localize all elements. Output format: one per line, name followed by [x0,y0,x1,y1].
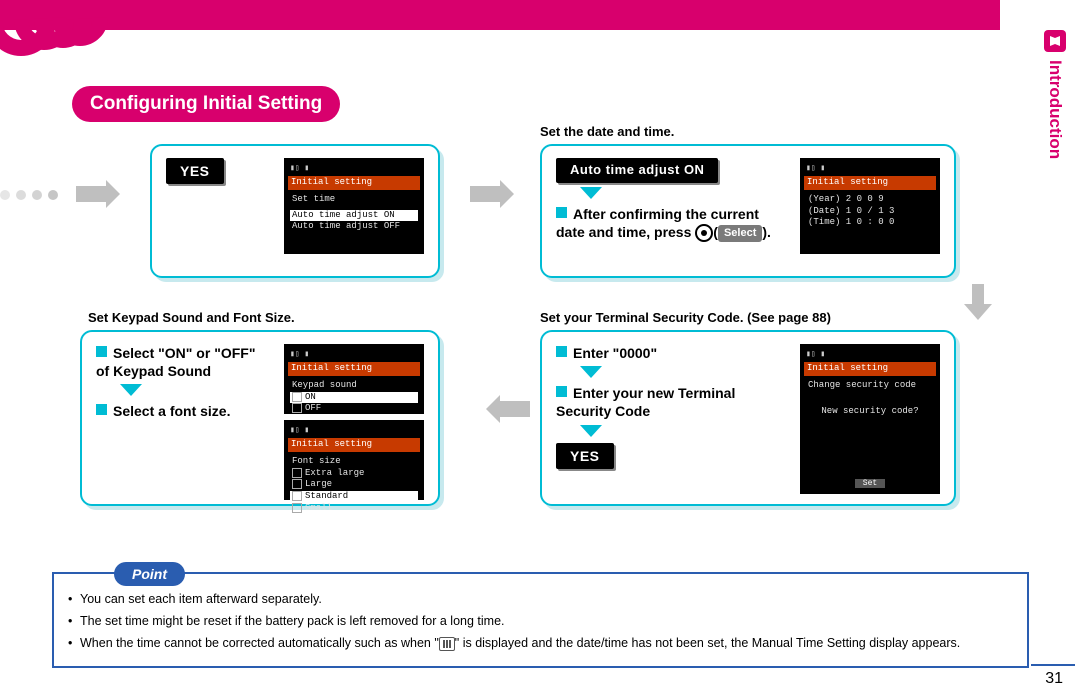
security-step2: Enter your new Terminal Security Code [556,385,735,419]
select-softkey: Select [718,225,762,241]
keypad-step1: Select "ON" or "OFF" of Keypad Sound [96,345,255,379]
point-tag: Point [114,562,185,586]
screen-security: ▮▯ ▮ Initial setting Change security cod… [800,344,940,494]
keypad-step2: Select a font size. [113,403,230,419]
panel-yes: YES ▮▯ ▮ Initial setting Set time Auto t… [150,144,440,278]
point-box: Point You can set each item afterward se… [52,572,1029,668]
lead-dots [0,190,58,200]
chevron-down-icon [580,425,788,439]
yes-button[interactable]: YES [166,158,224,184]
chevron-down-icon [580,366,788,380]
flow-arrow-icon [76,180,136,208]
autotime-instruction: After confirming the current date and ti… [556,206,771,240]
panel-keypad: Select "ON" or "OFF" of Keypad Sound Sel… [80,330,440,506]
page-number: 31 [1045,670,1063,688]
caption-datetime: Set the date and time. [540,124,674,139]
page-divider [1031,664,1075,666]
center-key-icon [695,224,713,242]
auto-time-button[interactable]: Auto time adjust ON [556,158,718,183]
section-label: Introduction [1045,60,1065,159]
book-icon [1044,30,1066,52]
screen-keypad-sound: ▮▯ ▮ Initial setting Keypad sound ON OFF [284,344,424,414]
point-item: You can set each item afterward separate… [68,590,1013,608]
top-bar [0,0,1000,30]
panel-autotime: Auto time adjust ON After confirming the… [540,144,956,278]
chevron-down-icon [120,384,272,398]
point-item: When the time cannot be corrected automa… [68,634,1013,652]
caption-security: Set your Terminal Security Code. (See pa… [540,310,831,325]
screen-date-display: ▮▯ ▮ Initial setting (Year) 2 0 0 9 (Dat… [800,158,940,254]
yes-button[interactable]: YES [556,443,614,469]
side-tab: Introduction [1035,30,1075,230]
chevron-down-icon [580,187,788,201]
security-step1: Enter "0000" [573,345,657,361]
caption-keypad: Set Keypad Sound and Font Size. [88,310,295,325]
flow-arrow-icon [470,180,530,208]
flow-arrow-icon [470,395,530,423]
screen-font-size: ▮▯ ▮ Initial setting Font size Extra lar… [284,420,424,500]
flow-arrow-down-icon [964,284,992,322]
page: Introduction Configuring Initial Setting… [0,0,1075,692]
no-signal-icon [439,637,455,651]
panel-security: Enter "0000" Enter your new Terminal Sec… [540,330,956,506]
section-heading: Configuring Initial Setting [72,86,340,122]
point-item: The set time might be reset if the batte… [68,612,1013,630]
screen-set-time: ▮▯ ▮ Initial setting Set time Auto time … [284,158,424,254]
